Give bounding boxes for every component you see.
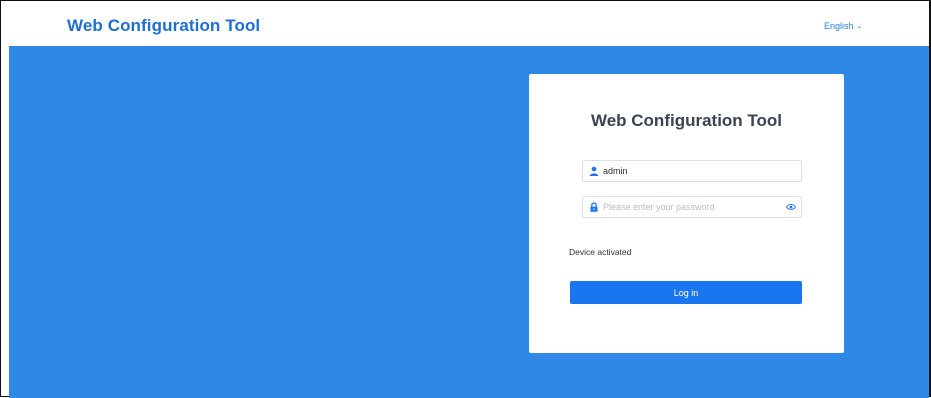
username-input[interactable]	[603, 163, 773, 179]
chevron-down-icon: ⌄	[856, 23, 863, 30]
eye-icon[interactable]	[786, 203, 796, 211]
login-card: Web Configuration Tool Device activated …	[529, 74, 844, 353]
device-status-text: Device activated	[569, 247, 632, 257]
language-label: English	[824, 21, 854, 31]
password-input[interactable]	[603, 199, 773, 215]
user-icon	[589, 166, 599, 176]
password-field[interactable]	[582, 196, 802, 218]
login-title: Web Configuration Tool	[590, 111, 783, 130]
lock-icon	[590, 202, 598, 212]
username-field[interactable]	[582, 160, 802, 182]
login-button[interactable]: Log in	[570, 281, 802, 304]
app-title: Web Configuration Tool	[67, 16, 261, 35]
language-selector[interactable]: English ⌄	[824, 21, 862, 31]
app-window: Web Configuration Tool English ⌄ Web Conf…	[0, 0, 931, 398]
top-bar: Web Configuration Tool English ⌄	[9, 2, 929, 46]
